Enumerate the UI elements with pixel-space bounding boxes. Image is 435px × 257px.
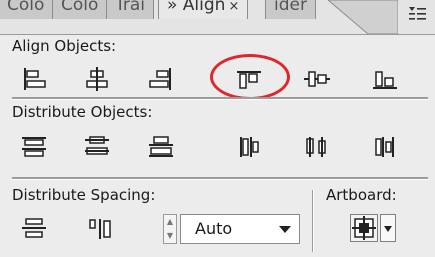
tab-label: » Align <box>167 0 226 15</box>
align-to-artboard-button[interactable] <box>350 214 378 242</box>
panel-menu-icon[interactable] <box>405 2 429 26</box>
horizontal-align-right-button[interactable] <box>141 62 181 96</box>
distribute-bottom-icon <box>149 136 173 157</box>
distribute-objects-label: Distribute Objects: <box>12 103 153 121</box>
horizontal-distribute-right-button[interactable] <box>365 130 405 164</box>
horizontal-align-center-button[interactable] <box>77 62 117 96</box>
align-bottom-icon <box>373 71 397 89</box>
artboard-icon <box>352 216 376 240</box>
tab-transparency[interactable]: Trai <box>106 0 155 19</box>
distribute-horizontal-center-icon <box>306 137 326 157</box>
artboard-label: Artboard: <box>326 186 397 204</box>
distribute-left-icon <box>240 137 259 157</box>
distribute-right-icon <box>375 137 394 157</box>
distribute-vertical-space-icon <box>22 218 46 238</box>
tab-overflow-fold <box>328 0 398 34</box>
vertical-distribute-bottom-button[interactable] <box>141 130 181 164</box>
distribute-spacing-label: Distribute Spacing: <box>12 186 156 204</box>
panel-tab-strip: Colo Colo Trai » Align × ider <box>0 0 435 35</box>
align-right-icon <box>149 68 171 90</box>
tab-slider[interactable]: ider <box>265 0 316 19</box>
vertical-divider <box>312 190 314 252</box>
chevron-down-icon <box>384 226 392 232</box>
chevron-down-icon[interactable]: ▼ <box>164 229 176 243</box>
horizontal-distribute-left-button[interactable] <box>229 130 269 164</box>
align-vertical-center-icon <box>304 71 330 87</box>
spacing-stepper[interactable]: ▲ ▼ <box>163 214 177 244</box>
align-horizontal-center-icon <box>86 67 108 91</box>
align-panel: Colo Colo Trai » Align × ider Align Objec… <box>0 0 435 257</box>
tab-align[interactable]: » Align × <box>158 0 249 19</box>
vertical-distribute-space-button[interactable] <box>14 212 54 246</box>
tab-label: Trai <box>115 0 146 15</box>
distribute-vertical-center-icon <box>85 136 109 155</box>
spacing-value: Auto <box>195 219 233 238</box>
section-divider <box>12 97 428 100</box>
chevron-up-icon[interactable]: ▲ <box>164 215 176 229</box>
align-top-icon <box>237 71 261 89</box>
tab-label: Colo <box>7 0 45 15</box>
tab-label: Colo <box>61 0 99 15</box>
vertical-align-bottom-button[interactable] <box>365 62 405 96</box>
distribute-top-icon <box>22 137 46 157</box>
horizontal-distribute-center-button[interactable] <box>297 130 337 164</box>
artboard-dropdown[interactable] <box>380 214 396 242</box>
vertical-distribute-center-button[interactable] <box>77 130 117 164</box>
tab-color-1[interactable]: Colo <box>0 0 54 19</box>
vertical-align-center-button[interactable] <box>297 62 337 96</box>
distribute-horizontal-space-icon <box>89 219 111 239</box>
tab-color-2[interactable]: Colo <box>52 0 108 19</box>
align-left-icon <box>24 68 46 90</box>
horizontal-align-left-button[interactable] <box>14 62 54 96</box>
vertical-align-top-button[interactable] <box>229 62 269 96</box>
chevron-down-icon <box>279 226 291 233</box>
spacing-value-select[interactable]: Auto <box>180 214 300 244</box>
tab-label: ider <box>274 0 307 15</box>
vertical-distribute-top-button[interactable] <box>14 130 54 164</box>
close-icon[interactable]: × <box>228 0 239 14</box>
section-divider <box>12 177 428 180</box>
align-objects-label: Align Objects: <box>12 37 117 55</box>
horizontal-distribute-space-button[interactable] <box>81 212 121 246</box>
